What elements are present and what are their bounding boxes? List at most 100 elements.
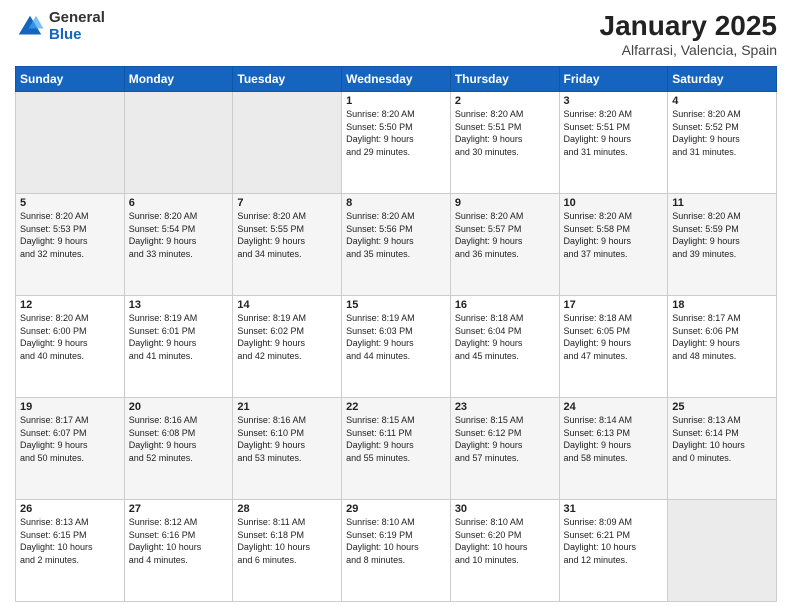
logo-blue-text: Blue	[49, 27, 105, 44]
day-number: 29	[346, 503, 446, 515]
day-number: 4	[672, 95, 772, 107]
calendar-cell: 12Sunrise: 8:20 AM Sunset: 6:00 PM Dayli…	[16, 296, 125, 398]
day-info: Sunrise: 8:10 AM Sunset: 6:20 PM Dayligh…	[455, 516, 555, 566]
calendar-cell: 30Sunrise: 8:10 AM Sunset: 6:20 PM Dayli…	[450, 500, 559, 602]
header: General Blue January 2025 Alfarrasi, Val…	[15, 10, 777, 58]
day-info: Sunrise: 8:19 AM Sunset: 6:01 PM Dayligh…	[129, 312, 229, 362]
day-info: Sunrise: 8:16 AM Sunset: 6:10 PM Dayligh…	[237, 414, 337, 464]
logo-text: General Blue	[49, 10, 105, 43]
day-info: Sunrise: 8:13 AM Sunset: 6:15 PM Dayligh…	[20, 516, 120, 566]
calendar-cell: 2Sunrise: 8:20 AM Sunset: 5:51 PM Daylig…	[450, 92, 559, 194]
day-number: 30	[455, 503, 555, 515]
day-info: Sunrise: 8:20 AM Sunset: 5:57 PM Dayligh…	[455, 210, 555, 260]
weekday-header-tuesday: Tuesday	[233, 67, 342, 92]
day-number: 25	[672, 401, 772, 413]
day-info: Sunrise: 8:20 AM Sunset: 6:00 PM Dayligh…	[20, 312, 120, 362]
day-info: Sunrise: 8:20 AM Sunset: 5:51 PM Dayligh…	[564, 108, 664, 158]
day-number: 16	[455, 299, 555, 311]
day-number: 5	[20, 197, 120, 209]
day-info: Sunrise: 8:20 AM Sunset: 5:55 PM Dayligh…	[237, 210, 337, 260]
day-info: Sunrise: 8:09 AM Sunset: 6:21 PM Dayligh…	[564, 516, 664, 566]
day-number: 19	[20, 401, 120, 413]
day-number: 15	[346, 299, 446, 311]
day-number: 3	[564, 95, 664, 107]
logo-icon	[15, 12, 45, 42]
calendar-cell: 17Sunrise: 8:18 AM Sunset: 6:05 PM Dayli…	[559, 296, 668, 398]
day-info: Sunrise: 8:12 AM Sunset: 6:16 PM Dayligh…	[129, 516, 229, 566]
calendar-cell: 18Sunrise: 8:17 AM Sunset: 6:06 PM Dayli…	[668, 296, 777, 398]
calendar-cell: 7Sunrise: 8:20 AM Sunset: 5:55 PM Daylig…	[233, 194, 342, 296]
calendar-cell: 6Sunrise: 8:20 AM Sunset: 5:54 PM Daylig…	[124, 194, 233, 296]
calendar-cell: 4Sunrise: 8:20 AM Sunset: 5:52 PM Daylig…	[668, 92, 777, 194]
calendar-cell: 5Sunrise: 8:20 AM Sunset: 5:53 PM Daylig…	[16, 194, 125, 296]
day-info: Sunrise: 8:19 AM Sunset: 6:03 PM Dayligh…	[346, 312, 446, 362]
day-info: Sunrise: 8:11 AM Sunset: 6:18 PM Dayligh…	[237, 516, 337, 566]
calendar-subtitle: Alfarrasi, Valencia, Spain	[600, 42, 777, 58]
day-number: 12	[20, 299, 120, 311]
day-number: 10	[564, 197, 664, 209]
calendar-cell: 15Sunrise: 8:19 AM Sunset: 6:03 PM Dayli…	[342, 296, 451, 398]
day-info: Sunrise: 8:18 AM Sunset: 6:04 PM Dayligh…	[455, 312, 555, 362]
day-info: Sunrise: 8:15 AM Sunset: 6:12 PM Dayligh…	[455, 414, 555, 464]
weekday-header-thursday: Thursday	[450, 67, 559, 92]
day-info: Sunrise: 8:15 AM Sunset: 6:11 PM Dayligh…	[346, 414, 446, 464]
day-number: 18	[672, 299, 772, 311]
calendar-cell: 29Sunrise: 8:10 AM Sunset: 6:19 PM Dayli…	[342, 500, 451, 602]
day-number: 8	[346, 197, 446, 209]
day-number: 20	[129, 401, 229, 413]
day-info: Sunrise: 8:17 AM Sunset: 6:07 PM Dayligh…	[20, 414, 120, 464]
day-number: 9	[455, 197, 555, 209]
calendar-cell: 25Sunrise: 8:13 AM Sunset: 6:14 PM Dayli…	[668, 398, 777, 500]
calendar-cell: 3Sunrise: 8:20 AM Sunset: 5:51 PM Daylig…	[559, 92, 668, 194]
day-info: Sunrise: 8:20 AM Sunset: 5:51 PM Dayligh…	[455, 108, 555, 158]
calendar-title: January 2025	[600, 10, 777, 42]
day-number: 13	[129, 299, 229, 311]
day-number: 6	[129, 197, 229, 209]
calendar-cell: 26Sunrise: 8:13 AM Sunset: 6:15 PM Dayli…	[16, 500, 125, 602]
day-info: Sunrise: 8:19 AM Sunset: 6:02 PM Dayligh…	[237, 312, 337, 362]
day-number: 26	[20, 503, 120, 515]
calendar-cell: 31Sunrise: 8:09 AM Sunset: 6:21 PM Dayli…	[559, 500, 668, 602]
day-info: Sunrise: 8:17 AM Sunset: 6:06 PM Dayligh…	[672, 312, 772, 362]
calendar-cell: 8Sunrise: 8:20 AM Sunset: 5:56 PM Daylig…	[342, 194, 451, 296]
logo-general-text: General	[49, 10, 105, 27]
page: General Blue January 2025 Alfarrasi, Val…	[0, 0, 792, 612]
day-info: Sunrise: 8:20 AM Sunset: 5:54 PM Dayligh…	[129, 210, 229, 260]
day-number: 2	[455, 95, 555, 107]
calendar-cell: 24Sunrise: 8:14 AM Sunset: 6:13 PM Dayli…	[559, 398, 668, 500]
calendar-cell: 27Sunrise: 8:12 AM Sunset: 6:16 PM Dayli…	[124, 500, 233, 602]
day-info: Sunrise: 8:20 AM Sunset: 5:52 PM Dayligh…	[672, 108, 772, 158]
weekday-header-saturday: Saturday	[668, 67, 777, 92]
day-number: 7	[237, 197, 337, 209]
calendar-week-5: 26Sunrise: 8:13 AM Sunset: 6:15 PM Dayli…	[16, 500, 777, 602]
day-info: Sunrise: 8:20 AM Sunset: 5:50 PM Dayligh…	[346, 108, 446, 158]
day-number: 24	[564, 401, 664, 413]
day-number: 27	[129, 503, 229, 515]
day-number: 28	[237, 503, 337, 515]
calendar-cell: 21Sunrise: 8:16 AM Sunset: 6:10 PM Dayli…	[233, 398, 342, 500]
day-number: 14	[237, 299, 337, 311]
day-info: Sunrise: 8:20 AM Sunset: 5:53 PM Dayligh…	[20, 210, 120, 260]
day-info: Sunrise: 8:10 AM Sunset: 6:19 PM Dayligh…	[346, 516, 446, 566]
day-number: 1	[346, 95, 446, 107]
calendar-week-2: 5Sunrise: 8:20 AM Sunset: 5:53 PM Daylig…	[16, 194, 777, 296]
day-number: 17	[564, 299, 664, 311]
day-info: Sunrise: 8:13 AM Sunset: 6:14 PM Dayligh…	[672, 414, 772, 464]
title-block: January 2025 Alfarrasi, Valencia, Spain	[600, 10, 777, 58]
day-number: 23	[455, 401, 555, 413]
calendar-cell: 19Sunrise: 8:17 AM Sunset: 6:07 PM Dayli…	[16, 398, 125, 500]
calendar-cell	[124, 92, 233, 194]
calendar-week-3: 12Sunrise: 8:20 AM Sunset: 6:00 PM Dayli…	[16, 296, 777, 398]
day-info: Sunrise: 8:20 AM Sunset: 5:56 PM Dayligh…	[346, 210, 446, 260]
day-number: 21	[237, 401, 337, 413]
weekday-header-friday: Friday	[559, 67, 668, 92]
weekday-header-monday: Monday	[124, 67, 233, 92]
calendar-week-1: 1Sunrise: 8:20 AM Sunset: 5:50 PM Daylig…	[16, 92, 777, 194]
calendar-cell: 11Sunrise: 8:20 AM Sunset: 5:59 PM Dayli…	[668, 194, 777, 296]
logo: General Blue	[15, 10, 105, 43]
day-info: Sunrise: 8:14 AM Sunset: 6:13 PM Dayligh…	[564, 414, 664, 464]
calendar-cell	[16, 92, 125, 194]
weekday-header-wednesday: Wednesday	[342, 67, 451, 92]
day-number: 22	[346, 401, 446, 413]
calendar-cell: 13Sunrise: 8:19 AM Sunset: 6:01 PM Dayli…	[124, 296, 233, 398]
